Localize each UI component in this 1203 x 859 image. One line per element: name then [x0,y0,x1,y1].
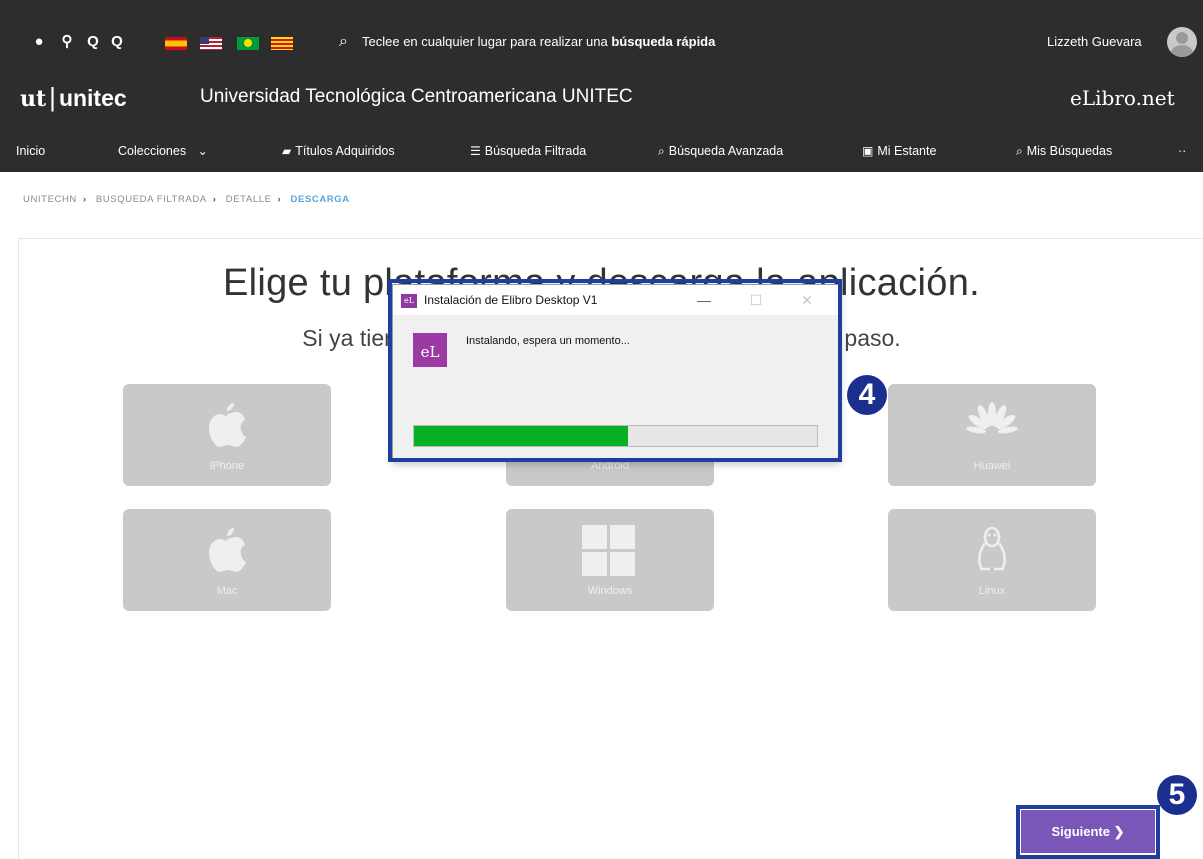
link-icon[interactable]: ⚲ [58,33,76,51]
nav-label: Búsqueda Filtrada [484,144,587,158]
search-icon[interactable]: ⌕ [339,33,348,51]
nav-label: Mis Búsquedas [1026,144,1113,158]
nav-label: Inicio [16,144,46,158]
nav-inicio[interactable]: Inicio [16,144,45,158]
platform-tile-windows[interactable]: Windows [506,509,714,611]
nav-label: Mi Estante [877,144,937,158]
top-header: ● ⚲ Q Q ⌕ Teclee en cualquier lugar para… [0,0,1203,172]
apple-icon [123,525,331,584]
linux-icon [888,525,1096,586]
platform-tile-huawei[interactable]: Huawei [888,384,1096,486]
globe-icon[interactable]: ● [30,33,48,51]
breadcrumb-separator: › [212,194,217,205]
university-title: Universidad Tecnológica Centroamericana … [200,86,633,107]
huawei-icon [888,400,1096,455]
nav-mis-busquedas[interactable]: ⌕ Mis Búsquedas [1016,144,1112,159]
nav-label: Colecciones [118,144,187,158]
nav-mi-estante[interactable]: ▣ Mi Estante [862,144,936,158]
platform-label: Linux [978,585,1006,597]
zoom-out-icon[interactable]: Q [84,33,102,51]
nav-label: Búsqueda Avanzada [668,144,784,158]
nav-more[interactable]: ·· [1178,144,1186,158]
platform-label: Windows [587,585,633,597]
nav-busqueda-avanzada[interactable]: ⌕ Búsqueda Avanzada [658,144,783,159]
flag-catalonia-icon[interactable] [271,37,293,50]
annotation-step-4-badge: 4 [847,375,887,415]
unitec-logo[interactable]: ut | unitec [20,82,127,113]
logo-separator: | [49,82,56,112]
elibro-logo[interactable]: eLibro.net [1070,86,1175,110]
annotation-highlight-dialog [388,279,842,462]
next-button[interactable]: Siguiente ❯ [1021,810,1155,853]
logo-mark: ut [20,86,47,112]
nav-colecciones[interactable]: Colecciones ⌄ [118,144,212,158]
windows-icon [582,525,636,577]
flag-brazil-icon[interactable] [237,37,259,50]
logo-name: unitec [58,85,127,111]
platform-tile-mac[interactable]: Mac [123,509,331,611]
quick-search-prompt[interactable]: Teclee en cualquier lugar para realizar … [362,34,715,49]
quick-search-prefix: Teclee en cualquier lugar para realizar … [362,34,612,49]
zoom-in-icon[interactable]: Q [108,33,126,51]
nav-busqueda-filtrada[interactable]: ☰ Búsqueda Filtrada [470,144,586,158]
flag-spain-icon[interactable] [165,37,187,50]
platform-label: Huawei [973,460,1011,472]
platform-label: Mac [216,585,238,597]
main-nav: Inicio Colecciones ⌄ ▰ Títulos Adquiridos… [0,128,1203,172]
platform-tile-linux[interactable]: Linux [888,509,1096,611]
avatar[interactable] [1167,27,1197,57]
breadcrumb-separator: › [277,194,282,205]
breadcrumb-item[interactable]: UNITECHN [23,194,77,205]
breadcrumb: UNITECHN › BUSQUEDA FILTRADA › DETALLE › DE… [23,194,350,205]
annotation-step-5-badge: 5 [1157,775,1197,815]
user-name[interactable]: Lizzeth Guevara [1047,34,1142,49]
breadcrumb-item[interactable]: BUSQUEDA FILTRADA [96,194,207,205]
apple-icon [123,400,331,459]
platform-label: iPhone [209,460,245,472]
search-icon: ⌕ [1016,144,1023,158]
shelf-icon: ▣ [862,144,874,158]
filter-icon: ☰ [470,144,481,158]
breadcrumb-separator: › [82,194,87,205]
nav-titulos-adquiridos[interactable]: ▰ Títulos Adquiridos [282,144,395,158]
quick-search-bold: búsqueda rápida [611,34,716,49]
book-icon: ▰ [282,144,292,158]
platform-tile-iphone[interactable]: iPhone [123,384,331,486]
chevron-down-icon: ⌄ [197,144,208,158]
search-icon: ⌕ [658,144,665,158]
breadcrumb-active: DESCARGA [290,194,350,205]
nav-label: Títulos Adquiridos [295,144,395,158]
breadcrumb-item[interactable]: DETALLE [226,194,272,205]
flag-usa-icon[interactable] [200,37,222,50]
